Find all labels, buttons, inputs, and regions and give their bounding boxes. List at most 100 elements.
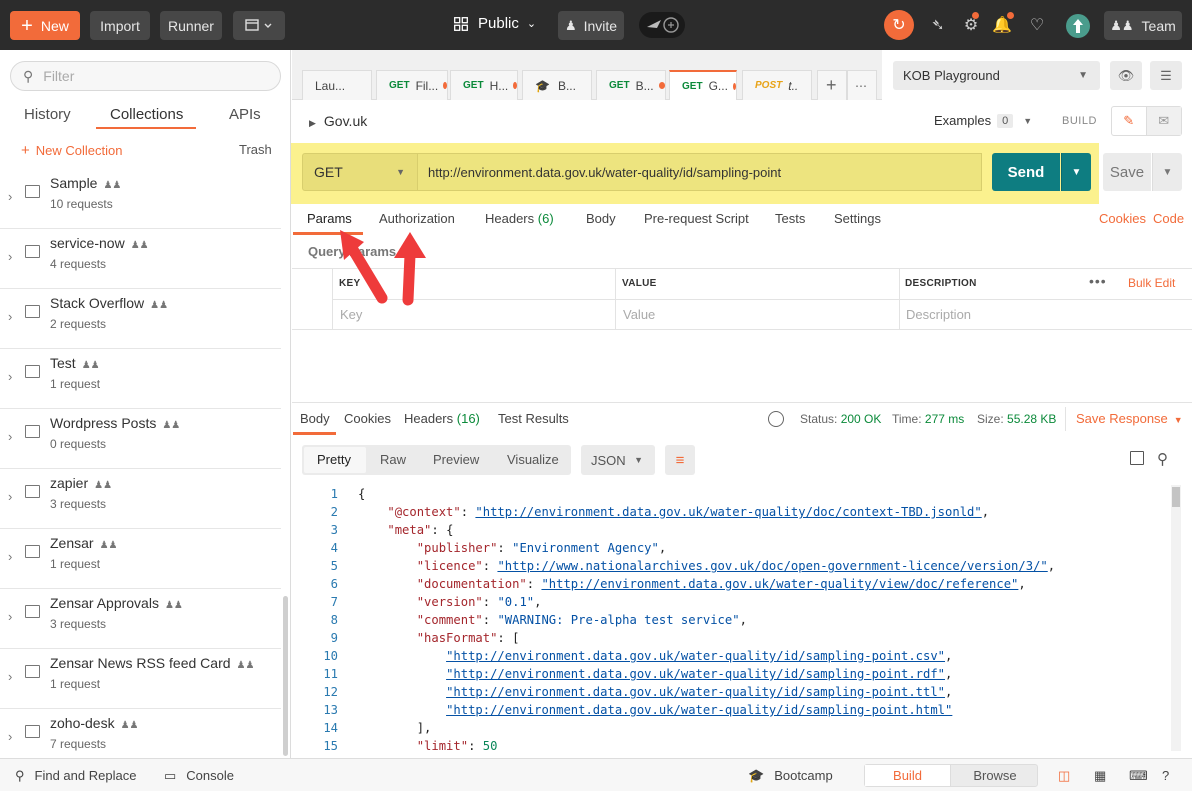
request-name[interactable]: ▶ Gov.uk [309, 113, 367, 129]
json-url[interactable]: "http://environment.data.gov.uk/water-qu… [446, 703, 952, 717]
tab-settings[interactable]: Settings [834, 211, 881, 226]
chevron-right-icon[interactable]: › [8, 669, 12, 684]
help-icon[interactable]: ? [1162, 768, 1169, 783]
collection-item[interactable]: › Wordpress Posts ♟♟ 0 requests [0, 409, 281, 469]
globe-icon[interactable] [768, 411, 784, 427]
view-pretty[interactable]: Pretty [317, 452, 351, 467]
gear-icon[interactable]: ⚙ [959, 13, 983, 37]
sidebar-scrollbar[interactable] [283, 596, 288, 756]
chevron-right-icon[interactable]: › [8, 189, 12, 204]
search-icon[interactable]: ⚲ [1157, 450, 1168, 468]
collection-item[interactable]: › Zensar News RSS feed Card ♟♟ 1 request [0, 649, 281, 709]
wrap-lines-button[interactable]: ≡ [665, 445, 695, 475]
collection-item[interactable]: › Test ♟♟ 1 request [0, 349, 281, 409]
console-button[interactable]: ▭ Console [164, 768, 234, 784]
view-raw[interactable]: Raw [380, 452, 406, 467]
json-url[interactable]: "http://environment.data.gov.uk/water-qu… [475, 505, 981, 519]
collection-item[interactable]: › Sample ♟♟ 10 requests [0, 169, 281, 229]
new-window-button[interactable] [233, 11, 285, 40]
pencil-icon[interactable]: ✎ [1112, 107, 1147, 135]
code-link[interactable]: Code [1153, 211, 1184, 226]
heart-icon[interactable]: ♡ [1025, 13, 1049, 37]
bootcamp-button[interactable]: 🎓 Bootcamp [748, 768, 833, 784]
find-replace-button[interactable]: ⚲ Find and Replace [15, 768, 136, 784]
response-tab-body[interactable]: Body [300, 411, 330, 426]
tab-history[interactable]: History [24, 106, 71, 123]
add-tab-button[interactable]: + [817, 70, 847, 100]
tab-apis[interactable]: APIs [229, 106, 261, 123]
request-tab[interactable]: POST t.. [742, 70, 812, 100]
collection-item[interactable]: › zapier ♟♟ 3 requests [0, 469, 281, 529]
url-input[interactable]: http://environment.data.gov.uk/water-qua… [418, 153, 982, 191]
tab-body[interactable]: Body [586, 211, 616, 226]
interceptor-toggle[interactable] [639, 12, 685, 38]
collection-item[interactable]: › Stack Overflow ♟♟ 2 requests [0, 289, 281, 349]
chevron-right-icon[interactable]: › [8, 729, 12, 744]
chevron-right-icon[interactable]: › [8, 489, 12, 504]
method-select[interactable]: GET ▼ [302, 153, 418, 191]
chevron-right-icon[interactable]: › [8, 369, 12, 384]
tab-collections[interactable]: Collections [110, 106, 183, 123]
json-url[interactable]: "http://environment.data.gov.uk/water-qu… [446, 685, 945, 699]
more-tabs-button[interactable]: ⋯ [847, 70, 877, 100]
edit-mode-toggle[interactable]: ✎ ✉ [1111, 106, 1182, 136]
avatar[interactable] [1066, 14, 1090, 38]
value-input[interactable]: Value [623, 307, 655, 322]
environment-select[interactable]: KOB Playground ▼ [893, 61, 1100, 90]
invite-button[interactable]: ♟ Invite [558, 11, 624, 40]
save-button[interactable]: Save [1103, 153, 1151, 191]
description-input[interactable]: Description [906, 307, 971, 322]
trash-button[interactable]: Trash [239, 142, 272, 157]
scrollbar-thumb[interactable] [1172, 487, 1180, 507]
request-tab[interactable]: Lau... [302, 70, 372, 100]
response-tab-headers[interactable]: Headers (16) [404, 411, 480, 426]
response-tab-cookies[interactable]: Cookies [344, 411, 391, 426]
chevron-right-icon[interactable]: › [8, 249, 12, 264]
layout-icon[interactable]: ▦ [1094, 768, 1106, 784]
send-options-button[interactable]: ▼ [1061, 153, 1091, 191]
request-tab[interactable]: GET B... [596, 70, 666, 100]
response-tab-test-results[interactable]: Test Results [498, 411, 569, 426]
examples-dropdown[interactable]: Examples 0 ▼ [934, 113, 1032, 128]
two-pane-view-icon[interactable]: ◫ [1058, 768, 1070, 784]
json-url[interactable]: "http://www.nationalarchives.gov.uk/doc/… [497, 559, 1047, 573]
collection-item[interactable]: › service-now ♟♟ 4 requests [0, 229, 281, 289]
json-url[interactable]: "http://environment.data.gov.uk/water-qu… [446, 649, 945, 663]
team-button[interactable]: ♟♟ Team [1104, 11, 1182, 40]
save-options-button[interactable]: ▼ [1152, 153, 1182, 191]
bulk-edit-link[interactable]: Bulk Edit [1128, 276, 1175, 290]
view-visualize[interactable]: Visualize [507, 452, 559, 467]
request-tab[interactable]: 🎓 B... [522, 70, 592, 100]
capture-icon[interactable]: ➴ [926, 13, 950, 37]
tab-tests[interactable]: Tests [775, 211, 805, 226]
build-mode-button[interactable]: Build [865, 765, 951, 786]
comment-icon[interactable]: ✉ [1146, 107, 1181, 135]
collection-item[interactable]: › Zensar Approvals ♟♟ 3 requests [0, 589, 281, 649]
response-body-code[interactable]: 1{ 2 "@context": "http://environment.dat… [302, 485, 1172, 751]
request-tab[interactable]: GET H... [450, 70, 518, 100]
import-button[interactable]: Import [90, 11, 150, 40]
filter-input[interactable]: ⚲ Filter [10, 61, 281, 91]
new-collection-button[interactable]: + New Collection [21, 142, 122, 159]
view-preview[interactable]: Preview [433, 452, 479, 467]
collection-item[interactable]: › Zensar ♟♟ 1 request [0, 529, 281, 589]
browse-mode-button[interactable]: Browse [952, 765, 1038, 786]
tab-headers[interactable]: Headers (6) [485, 211, 554, 226]
new-button[interactable]: + New [10, 11, 80, 40]
chevron-right-icon[interactable]: › [8, 549, 12, 564]
request-tab-active[interactable]: GET G... [669, 70, 737, 100]
chevron-right-icon[interactable]: › [8, 309, 12, 324]
json-url[interactable]: "http://environment.data.gov.uk/water-qu… [446, 667, 945, 681]
json-url[interactable]: "http://environment.data.gov.uk/water-qu… [541, 577, 1018, 591]
save-response-button[interactable]: Save Response ▼ [1076, 411, 1183, 426]
chevron-right-icon[interactable]: › [8, 609, 12, 624]
more-icon[interactable]: ••• [1089, 273, 1107, 289]
runner-button[interactable]: Runner [160, 11, 222, 40]
keyboard-shortcuts-icon[interactable]: ⌨ [1129, 768, 1148, 784]
copy-icon[interactable] [1130, 451, 1144, 465]
tab-pre-request-script[interactable]: Pre-request Script [644, 211, 749, 226]
sync-icon[interactable]: ↻ [884, 10, 914, 40]
chevron-right-icon[interactable]: › [8, 429, 12, 444]
manage-environments-button[interactable]: ☰ [1150, 61, 1182, 90]
cookies-link[interactable]: Cookies [1099, 211, 1146, 226]
